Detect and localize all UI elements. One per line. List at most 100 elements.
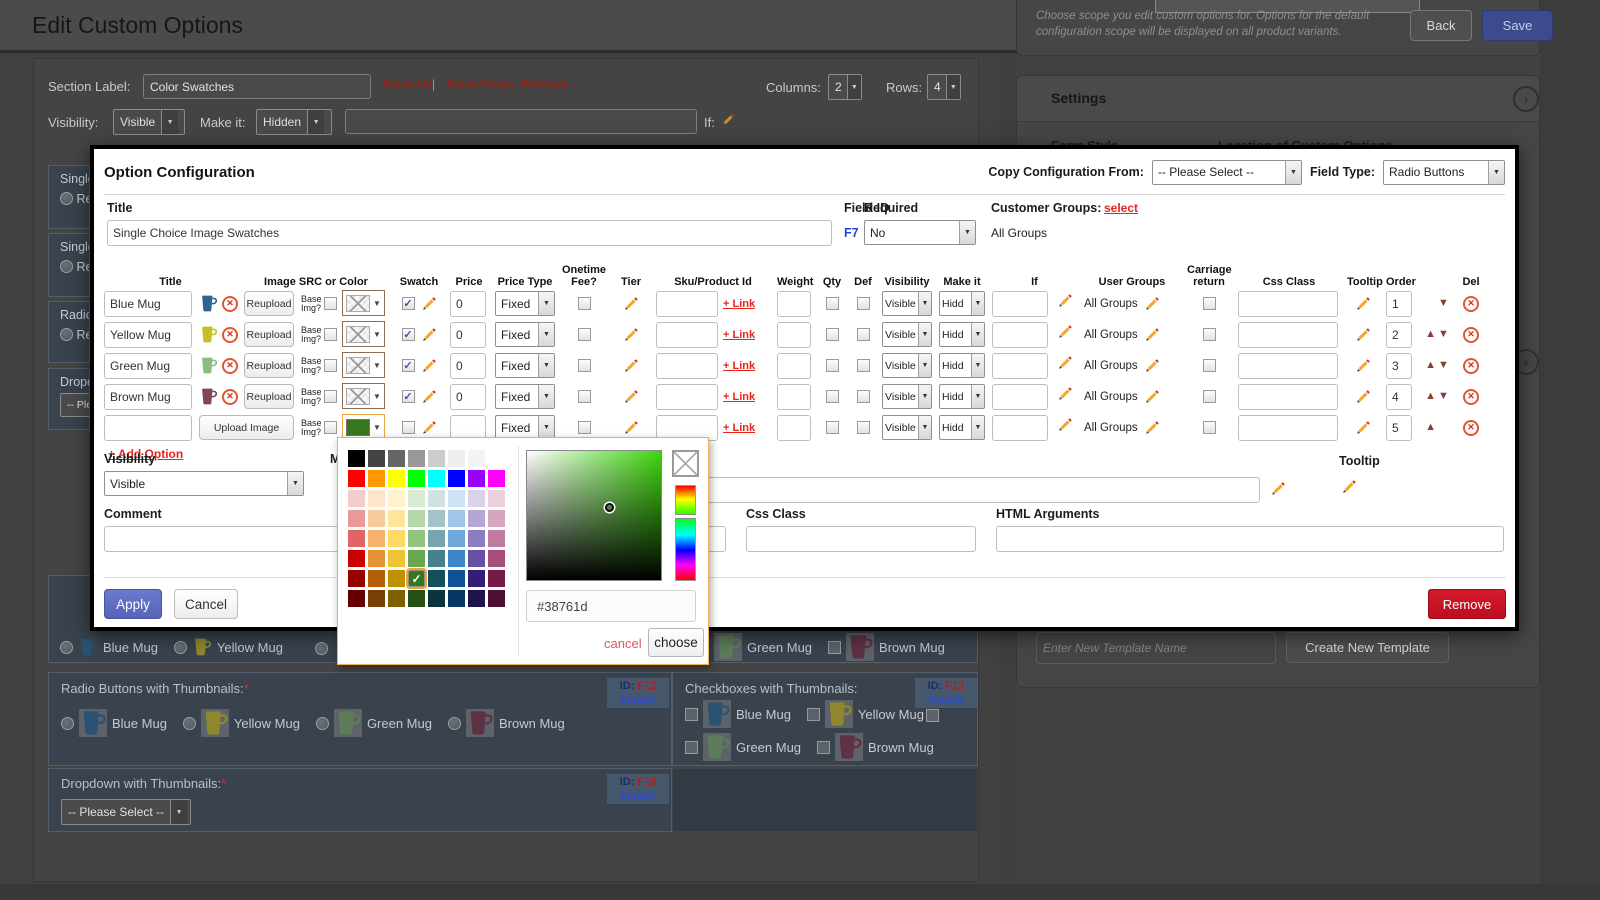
palette-color[interactable] — [368, 450, 385, 467]
radio-button[interactable] — [61, 717, 74, 730]
carriage-return-checkbox[interactable] — [1203, 297, 1216, 310]
row-tooltip-pencil-icon[interactable] — [1355, 389, 1371, 405]
cancel-button[interactable]: Cancel — [174, 589, 238, 619]
swatch-pencil-icon[interactable] — [421, 358, 437, 374]
swatch-pencil-icon[interactable] — [421, 296, 437, 312]
palette-color[interactable] — [448, 490, 465, 507]
make-it-select[interactable]: Hidden▼ — [256, 109, 332, 135]
row-if-input[interactable] — [992, 353, 1048, 379]
checkbox[interactable] — [817, 741, 830, 754]
option-title-main-input[interactable] — [107, 220, 832, 246]
qty-checkbox[interactable] — [826, 297, 839, 310]
weight-input[interactable] — [777, 384, 811, 410]
row-make-it-select[interactable]: Hidd▼ — [939, 415, 985, 440]
row-visibility-select[interactable]: Visible▼ — [882, 291, 932, 316]
checkbox[interactable] — [685, 708, 698, 721]
palette-color[interactable] — [468, 570, 485, 587]
chevron-right-icon[interactable]: › — [1513, 86, 1539, 112]
option-title-input[interactable] — [104, 353, 192, 379]
palette-color[interactable] — [348, 510, 365, 527]
palette-color[interactable] — [488, 590, 505, 607]
hue-slider-handle[interactable] — [675, 514, 696, 519]
sku-input[interactable] — [656, 291, 718, 317]
copy-config-select[interactable]: -- Please Select --▼ — [1152, 160, 1302, 185]
swatch-checkbox[interactable]: ✓ — [402, 328, 415, 341]
radio-button[interactable] — [60, 192, 73, 205]
tier-pencil-icon[interactable] — [623, 420, 639, 436]
onetime-fee-checkbox[interactable] — [578, 421, 591, 434]
section-label-input[interactable] — [143, 74, 371, 99]
picker-cancel-link[interactable]: cancel — [604, 636, 642, 651]
onetime-fee-checkbox[interactable] — [578, 359, 591, 372]
palette-color[interactable] — [348, 450, 365, 467]
row-make-it-select[interactable]: Hidd▼ — [939, 353, 985, 378]
palette-color[interactable] — [468, 510, 485, 527]
sku-input[interactable] — [656, 322, 718, 348]
row-if-input[interactable] — [992, 291, 1048, 317]
row-css-class-input[interactable] — [1238, 353, 1338, 379]
user-groups-pencil-icon[interactable] — [1144, 296, 1160, 312]
swatch-pencil-icon[interactable] — [421, 327, 437, 343]
weight-input[interactable] — [777, 322, 811, 348]
radio-button[interactable] — [448, 717, 461, 730]
delete-image-icon[interactable]: ✕ — [222, 389, 238, 405]
palette-color[interactable] — [468, 470, 485, 487]
swatch-checkbox[interactable]: ✓ — [402, 359, 415, 372]
clear-color-button[interactable] — [672, 450, 699, 477]
carriage-return-checkbox[interactable] — [1203, 359, 1216, 372]
base-img-checkbox[interactable] — [324, 328, 337, 341]
palette-color[interactable] — [408, 510, 425, 527]
sku-link[interactable]: + Link — [723, 422, 755, 434]
onetime-fee-checkbox[interactable] — [578, 297, 591, 310]
order-input[interactable] — [1386, 415, 1412, 441]
palette-color[interactable] — [368, 550, 385, 567]
tooltip-pencil-icon[interactable] — [1341, 479, 1357, 495]
option-title-input[interactable] — [104, 322, 192, 348]
dropdown-select[interactable]: -- Ple — [60, 393, 90, 417]
def-checkbox[interactable] — [857, 297, 870, 310]
weight-input[interactable] — [777, 353, 811, 379]
palette-color[interactable] — [408, 550, 425, 567]
row-tooltip-pencil-icon[interactable] — [1355, 358, 1371, 374]
hex-value-field[interactable]: #38761d — [526, 590, 696, 622]
swatch-color-select[interactable]: ▼ — [342, 352, 385, 378]
tier-pencil-icon[interactable] — [623, 296, 639, 312]
swatch-color-select[interactable]: ▼ — [342, 290, 385, 316]
price-type-select[interactable]: Fixed▼ — [495, 291, 555, 316]
palette-color[interactable] — [388, 470, 405, 487]
row-visibility-select[interactable]: Visible▼ — [882, 415, 932, 440]
qty-checkbox[interactable] — [826, 421, 839, 434]
palette-color[interactable] — [488, 450, 505, 467]
palette-color[interactable] — [488, 510, 505, 527]
order-up-icon[interactable]: ▲ — [1425, 391, 1436, 402]
palette-color[interactable] — [408, 490, 425, 507]
user-groups-pencil-icon[interactable] — [1144, 358, 1160, 374]
row-delete-icon[interactable]: ✕ — [1463, 296, 1479, 312]
palette-color[interactable] — [388, 450, 405, 467]
upload-image-button[interactable]: Reupload — [244, 322, 294, 347]
palette-color[interactable] — [448, 470, 465, 487]
order-down-icon[interactable]: ▼ — [1438, 360, 1449, 371]
palette-color[interactable] — [388, 510, 405, 527]
onetime-fee-checkbox[interactable] — [578, 390, 591, 403]
price-input[interactable] — [450, 291, 486, 317]
upload-image-button[interactable]: Upload Image — [199, 415, 294, 440]
palette-color[interactable] — [488, 530, 505, 547]
delete-image-icon[interactable]: ✕ — [222, 296, 238, 312]
swatch-checkbox[interactable]: ✓ — [402, 390, 415, 403]
palette-color[interactable] — [428, 570, 445, 587]
edit-pencil-icon[interactable] — [720, 112, 736, 128]
price-type-select[interactable]: Fixed▼ — [495, 353, 555, 378]
visibility-select[interactable]: Visible▼ — [113, 109, 185, 135]
def-checkbox[interactable] — [857, 421, 870, 434]
radio-button[interactable] — [60, 328, 73, 341]
row-delete-icon[interactable]: ✕ — [1463, 420, 1479, 436]
palette-color[interactable] — [368, 490, 385, 507]
row-delete-icon[interactable]: ✕ — [1463, 327, 1479, 343]
order-up-icon[interactable]: ▲ — [1425, 329, 1436, 340]
swatch-color-select[interactable]: ▼ — [342, 321, 385, 347]
picker-choose-button[interactable]: choose — [648, 628, 704, 657]
carriage-return-checkbox[interactable] — [1203, 390, 1216, 403]
order-down-icon[interactable]: ▼ — [1438, 298, 1449, 309]
customer-groups-select-link[interactable]: select — [1104, 201, 1138, 215]
